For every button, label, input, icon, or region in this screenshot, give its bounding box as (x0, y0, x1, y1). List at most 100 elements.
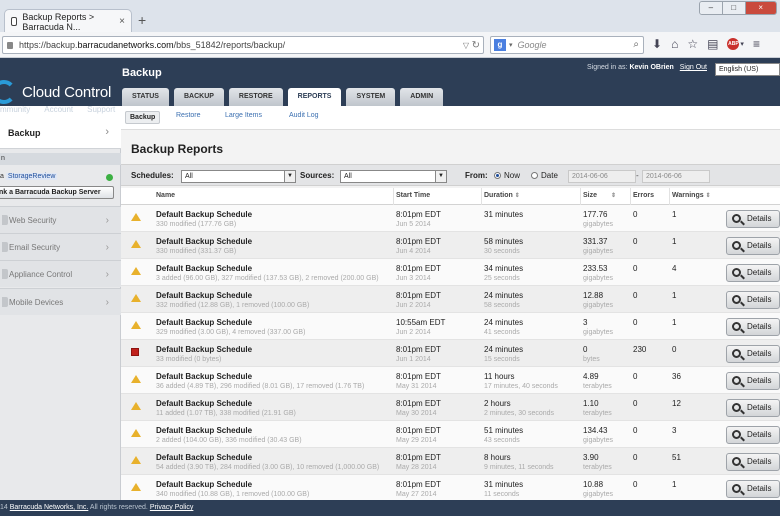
link-backup-server-button[interactable]: nk a Barracuda Backup Server (0, 186, 114, 199)
tab-backup[interactable]: BACKUP (173, 88, 224, 106)
sidebar-item-web-security[interactable]: Web Security › (0, 206, 121, 233)
row-errors: 0 (633, 237, 638, 246)
column-warnings[interactable]: Warnings ⇕ (672, 192, 711, 199)
search-box[interactable]: g ▾ Google ⌕ (490, 36, 644, 54)
device-name[interactable]: StorageReview (5, 173, 58, 180)
sidebar-item-backup[interactable]: Backup › (0, 117, 121, 149)
subnav-audit-log[interactable]: Audit Log (289, 112, 319, 119)
row-name[interactable]: Default Backup Schedule (156, 426, 252, 435)
close-tab-icon[interactable]: × (119, 16, 125, 27)
company-link[interactable]: Barracuda Networks, Inc. (10, 504, 89, 511)
table-row[interactable]: Default Backup Schedule 330 modified (177… (121, 205, 780, 232)
sources-select[interactable]: All ▼ (340, 170, 447, 183)
row-name[interactable]: Default Backup Schedule (156, 237, 252, 246)
table-row[interactable]: Default Backup Schedule 2 added (104.00 G… (121, 421, 780, 448)
new-tab-button[interactable]: + (138, 13, 146, 27)
column-duration[interactable]: Duration ⇕ (484, 192, 520, 199)
search-engine-dropdown-icon[interactable]: ▾ (509, 41, 513, 49)
table-row[interactable]: Default Backup Schedule 36 added (4.89 TB… (121, 367, 780, 394)
details-button[interactable]: Details (726, 372, 780, 390)
row-name[interactable]: Default Backup Schedule (156, 318, 252, 327)
minimize-button[interactable]: – (700, 2, 723, 14)
column-errors[interactable]: Errors (633, 192, 654, 199)
tab-restore[interactable]: RESTORE (228, 88, 283, 106)
column-start-time[interactable]: Start Time (396, 192, 430, 199)
details-button[interactable]: Details (726, 210, 780, 228)
table-row[interactable]: Default Backup Schedule 340 modified (10.… (121, 475, 780, 502)
row-size-unit: bytes (583, 356, 600, 363)
user-name: Kevin OBrien (629, 64, 674, 71)
column-name[interactable]: Name (156, 192, 175, 199)
browser-tab[interactable]: Backup Reports > Barracuda N... × (4, 9, 132, 33)
details-button[interactable]: Details (726, 264, 780, 282)
sign-out-link[interactable]: Sign Out (680, 64, 707, 71)
date-from-input[interactable]: 2014-06-06 (568, 170, 636, 183)
privacy-policy-link[interactable]: Privacy Policy (150, 504, 194, 511)
row-name[interactable]: Default Backup Schedule (156, 480, 252, 489)
row-name[interactable]: Default Backup Schedule (156, 264, 252, 273)
details-button[interactable]: Details (726, 426, 780, 444)
support-link[interactable]: Support (87, 105, 115, 114)
account-link[interactable]: Account (44, 105, 73, 114)
date-to-input[interactable]: 2014-06-06 (642, 170, 710, 183)
row-name[interactable]: Default Backup Schedule (156, 453, 252, 462)
row-warnings: 36 (672, 372, 681, 381)
tab-admin[interactable]: ADMIN (400, 88, 444, 106)
schedules-select[interactable]: All ▼ (181, 170, 296, 183)
row-name[interactable]: Default Backup Schedule (156, 399, 252, 408)
row-name[interactable]: Default Backup Schedule (156, 291, 252, 300)
home-icon[interactable]: ⌂ (671, 37, 678, 51)
tab-system[interactable]: SYSTEM (346, 88, 396, 106)
now-radio[interactable] (494, 172, 501, 179)
bookmark-star-icon[interactable]: ☆ (687, 37, 698, 51)
row-name[interactable]: Default Backup Schedule (156, 210, 252, 219)
date-radio[interactable] (531, 172, 538, 179)
window-close-button[interactable]: × (745, 2, 776, 14)
table-row[interactable]: Default Backup Schedule 332 modified (12.… (121, 286, 780, 313)
table-row[interactable]: Default Backup Schedule 11 added (1.07 TB… (121, 394, 780, 421)
subnav-backup[interactable]: Backup (125, 111, 161, 124)
subnav-restore[interactable]: Restore (176, 112, 201, 119)
row-name[interactable]: Default Backup Schedule (156, 372, 252, 381)
row-duration-detail: 30 seconds (484, 248, 520, 255)
row-size: 1.10 (583, 399, 599, 408)
row-size: 331.37 (583, 237, 608, 246)
tab-reports[interactable]: REPORTS (287, 88, 342, 106)
row-start-date: Jun 4 2014 (396, 248, 431, 255)
tab-status[interactable]: STATUS (122, 88, 169, 106)
sidebar-item-mobile-devices[interactable]: Mobile Devices › (0, 288, 121, 315)
download-icon[interactable]: ⬇ (652, 37, 662, 51)
table-row[interactable]: Default Backup Schedule 329 modified (3.0… (121, 313, 780, 340)
details-button[interactable]: Details (726, 237, 780, 255)
table-row[interactable]: Default Backup Schedule 3 added (96.00 GB… (121, 259, 780, 286)
details-label: Details (747, 322, 772, 331)
details-button[interactable]: Details (726, 318, 780, 336)
details-button[interactable]: Details (726, 345, 780, 363)
now-label: Now (504, 171, 521, 180)
search-icon[interactable]: ⌕ (633, 39, 639, 50)
sidebar-item-email-security[interactable]: Email Security › (0, 233, 121, 260)
language-select[interactable]: English (US) (715, 63, 780, 76)
table-row[interactable]: Default Backup Schedule 33 modified (0 by… (121, 340, 780, 367)
sidebar-device[interactable]: a StorageReview (0, 171, 121, 183)
adblock-icon[interactable]: ABP ▾ (727, 38, 744, 50)
row-name[interactable]: Default Backup Schedule (156, 345, 252, 354)
bookmarks-list-icon[interactable]: ▤ (707, 37, 718, 51)
magnifier-icon (732, 295, 741, 304)
community-link[interactable]: mmunity (0, 105, 30, 114)
table-row[interactable]: Default Backup Schedule 54 added (3.90 TB… (121, 448, 780, 475)
page-title: Backup (122, 67, 162, 79)
table-row[interactable]: Default Backup Schedule 330 modified (331… (121, 232, 780, 259)
details-button[interactable]: Details (726, 453, 780, 471)
sidebar-item-appliance-control[interactable]: Appliance Control › (0, 260, 121, 287)
details-button[interactable]: Details (726, 291, 780, 309)
reload-icon[interactable]: ↻ (472, 40, 480, 51)
details-button[interactable]: Details (726, 480, 780, 498)
url-dropdown-icon[interactable]: ▽ (463, 41, 469, 50)
address-bar[interactable]: https://backup. barracudanetworks.com/bbs… (2, 36, 484, 54)
menu-icon[interactable]: ≡ (753, 37, 760, 51)
details-button[interactable]: Details (726, 399, 780, 417)
subnav-large-items[interactable]: Large Items (225, 112, 262, 119)
column-size[interactable]: Size ⇕ (583, 192, 616, 199)
maximize-button[interactable]: □ (722, 2, 746, 14)
